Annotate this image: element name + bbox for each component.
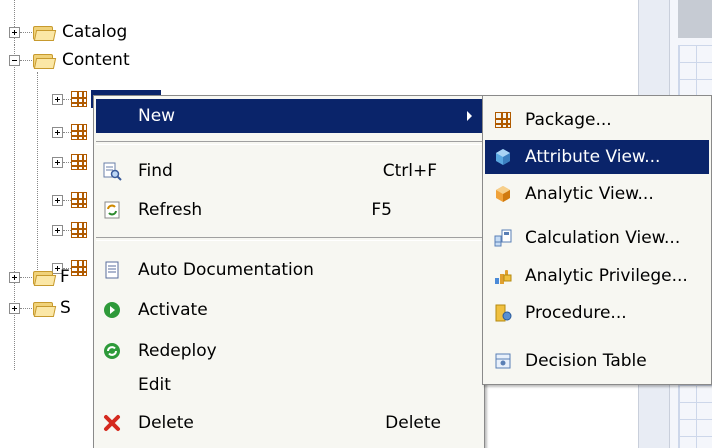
tree-node-label: S: [60, 298, 71, 318]
menu-item-label: Analytic View...: [525, 184, 654, 204]
context-menu: New Find Ctrl+F Refresh F5 Auto Document…: [93, 95, 485, 448]
menu-separator: [96, 237, 482, 241]
find-icon: [102, 161, 122, 181]
menu-item-shortcut: Ctrl+F: [382, 161, 437, 181]
menu-item-analytic-view[interactable]: Analytic View...: [485, 177, 709, 211]
menu-item-shortcut: F5: [371, 200, 392, 220]
menu-item-redeploy[interactable]: Redeploy: [96, 334, 482, 368]
folder-icon: [32, 300, 57, 317]
activate-icon: [102, 300, 122, 320]
tree-node-label: F: [60, 267, 70, 287]
analytic-privilege-icon: [493, 266, 513, 286]
document-icon: [102, 260, 122, 280]
menu-separator: [96, 141, 482, 145]
menu-item-label: Refresh: [138, 200, 203, 220]
package-icon: [71, 91, 87, 107]
package-icon: [493, 110, 513, 130]
menu-item-shortcut: Delete: [385, 413, 441, 433]
menu-item-activate[interactable]: Activate: [96, 293, 482, 327]
folder-icon: [32, 52, 57, 69]
menu-item-attribute-view[interactable]: Attribute View...: [485, 140, 709, 174]
menu-item-label: Edit: [138, 375, 171, 395]
package-icon: [71, 154, 87, 170]
menu-item-auto-documentation[interactable]: Auto Documentation: [96, 253, 482, 287]
package-icon: [71, 124, 87, 140]
menu-item-edit[interactable]: Edit: [96, 368, 482, 402]
menu-item-label: Procedure...: [525, 303, 627, 323]
menu-item-label: Analytic Privilege...: [525, 266, 688, 286]
menu-item-delete[interactable]: Delete Delete: [96, 406, 482, 440]
decision-table-icon: [493, 351, 513, 371]
menu-item-label: Delete: [138, 413, 194, 433]
expand-icon[interactable]: [9, 271, 20, 283]
menu-item-label: Activate: [138, 300, 208, 320]
expand-icon[interactable]: [52, 126, 63, 138]
calculation-view-icon: [493, 228, 513, 248]
submenu-arrow-icon: [467, 111, 472, 121]
analytic-view-icon: [493, 184, 513, 204]
package-icon: [71, 192, 87, 208]
menu-item-label: Calculation View...: [525, 228, 681, 248]
menu-item-analytic-privilege[interactable]: Analytic Privilege...: [485, 259, 709, 293]
tree-node-label: Content: [62, 50, 130, 70]
menu-item-decision-table[interactable]: Decision Table: [485, 344, 709, 378]
package-icon: [71, 260, 87, 276]
menu-item-new[interactable]: New: [96, 99, 482, 133]
tree-node-package[interactable]: [52, 148, 87, 176]
tree-node-package[interactable]: [52, 118, 87, 146]
tree-line: [37, 72, 38, 272]
menu-item-label: Attribute View...: [525, 147, 661, 167]
menu-item-label: New: [138, 106, 176, 126]
tree-node-f[interactable]: F: [9, 263, 70, 291]
menu-item-refresh[interactable]: Refresh F5: [96, 193, 482, 227]
tree-node-label: Catalog: [62, 22, 128, 42]
menu-item-label: Auto Documentation: [138, 260, 314, 280]
menu-item-calculation-view[interactable]: Calculation View...: [485, 221, 709, 255]
expand-icon[interactable]: [9, 26, 20, 38]
menu-item-procedure[interactable]: Procedure...: [485, 296, 709, 330]
menu-item-label: Find: [138, 161, 173, 181]
redeploy-icon: [102, 341, 122, 361]
tree-node-catalog[interactable]: Catalog: [9, 18, 127, 46]
refresh-icon: [102, 200, 122, 220]
expand-icon[interactable]: [52, 224, 63, 236]
tree-node-s[interactable]: S: [9, 294, 71, 322]
menu-item-find[interactable]: Find Ctrl+F: [96, 154, 482, 188]
expand-icon[interactable]: [52, 194, 63, 206]
menu-item-package[interactable]: Package...: [485, 103, 709, 137]
collapse-icon[interactable]: [9, 54, 20, 66]
expand-icon[interactable]: [52, 93, 63, 105]
package-icon: [71, 222, 87, 238]
menu-item-label: Package...: [525, 110, 612, 130]
tree-node-content[interactable]: Content: [9, 46, 130, 74]
procedure-icon: [493, 303, 513, 323]
expand-icon[interactable]: [9, 302, 20, 314]
expand-icon[interactable]: [52, 156, 63, 168]
folder-icon: [32, 269, 57, 286]
delete-icon: [102, 413, 122, 433]
tree-node-package[interactable]: [52, 216, 87, 244]
menu-item-label: Decision Table: [525, 351, 647, 371]
attribute-view-icon: [493, 147, 513, 167]
folder-icon: [32, 24, 57, 41]
tree-node-package[interactable]: [52, 186, 87, 214]
editor-header: [678, 0, 712, 38]
new-submenu: Package... Attribute View... Analytic Vi…: [482, 95, 712, 385]
menu-item-label: Redeploy: [138, 341, 217, 361]
